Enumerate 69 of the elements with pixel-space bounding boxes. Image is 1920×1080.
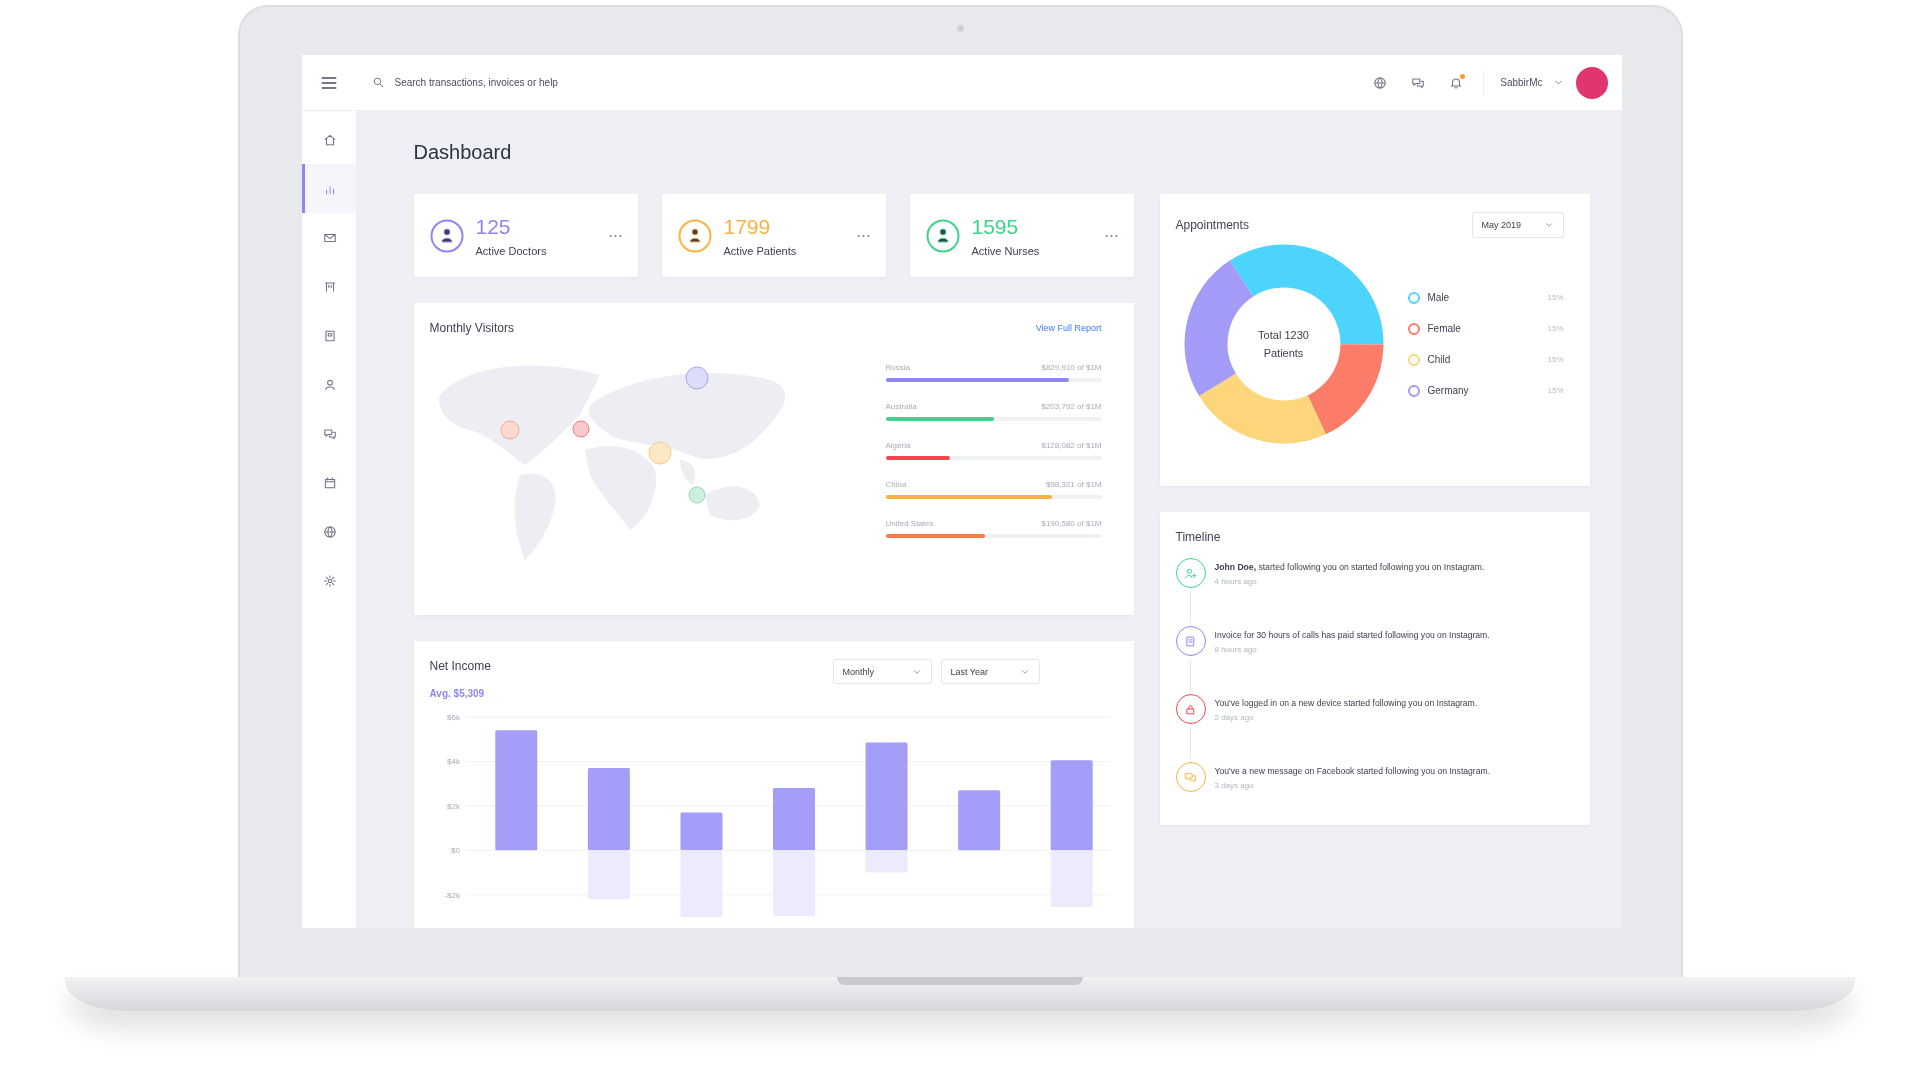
event-time: 4 hours ago <box>1214 577 1258 586</box>
page-title: Dashboard <box>413 141 512 164</box>
month-dropdown[interactable]: May 2019 <box>1471 212 1564 238</box>
chevron-down-icon <box>1543 220 1554 230</box>
more-icon[interactable] <box>1104 233 1118 238</box>
more-icon[interactable] <box>608 233 622 238</box>
average-value: Avg. $5,309 <box>429 688 486 699</box>
stat-value: 1799 <box>723 214 772 239</box>
country-amount: $829,910 of $1M <box>1041 363 1102 372</box>
legend-value: 15% <box>1547 386 1564 395</box>
more-icon[interactable] <box>856 233 870 238</box>
stat-value: 1595 <box>971 214 1020 239</box>
filter-dropdown[interactable]: Monthly <box>832 659 932 684</box>
event-time: 8 hours ago <box>1214 645 1258 654</box>
donut-center-label: Total 1230 Patients <box>1257 328 1310 361</box>
card-title: Net Income <box>429 659 491 673</box>
country-name: United States <box>885 519 934 528</box>
chat-icon <box>323 426 337 441</box>
legend-label: Germany <box>1427 385 1470 396</box>
globe-icon <box>323 524 337 539</box>
settings-icon <box>323 573 337 588</box>
stat-label: Active Patients <box>723 244 798 257</box>
search-field[interactable]: Search transactions, invoices or help <box>371 76 657 89</box>
country-name: Algeria <box>885 441 911 450</box>
search-icon <box>371 76 385 89</box>
sidebar-item[interactable] <box>301 164 356 213</box>
y-axis-label: $6k <box>446 713 460 722</box>
country-amount: $190,580 of $1M <box>1041 519 1102 528</box>
y-axis-label: $4k <box>446 757 460 767</box>
camera-dot <box>957 25 964 32</box>
stat-label: Active Nurses <box>971 244 1041 257</box>
event-text: You've a new message on Facebook started following you on Instagram. <box>1214 766 1491 777</box>
calendar-icon <box>323 475 337 490</box>
legend-value: 15% <box>1547 355 1564 364</box>
user-name[interactable]: SabbirMc <box>1500 77 1543 88</box>
legend-label: Male <box>1427 292 1451 303</box>
chat-icon[interactable] <box>1411 75 1426 90</box>
event-text: Invoice for 30 hours of calls has paid started following you on Instagram. <box>1214 630 1490 641</box>
stat-label: Active Doctors <box>475 244 548 257</box>
card-title: Monthly Visitors <box>429 321 514 335</box>
country-amount: $203,792 of $1M <box>1041 402 1102 411</box>
columns-icon <box>323 279 337 294</box>
legend-label: Child <box>1427 354 1452 365</box>
country-amount: $98,321 of $1M <box>1045 480 1102 489</box>
stat-value: 125 <box>475 214 512 239</box>
event-text: John Doe, started following you on started following you on Instagram. <box>1214 562 1485 573</box>
y-axis-label: -$2k <box>443 890 460 900</box>
user-icon <box>323 377 337 392</box>
avatar[interactable] <box>1575 66 1608 99</box>
event-text: You've logged in on a new device started following you on Instagram. <box>1214 698 1478 709</box>
country-amount: $128,082 of $1M <box>1041 441 1102 450</box>
event-time: 2 days ago <box>1214 713 1255 722</box>
y-axis-label: $0 <box>450 846 460 856</box>
country-name: China <box>885 480 907 489</box>
card-title: Appointments <box>1175 218 1249 232</box>
legend-label: Female <box>1427 323 1462 334</box>
legend-value: 15% <box>1547 293 1564 302</box>
globe-icon[interactable] <box>1373 75 1388 90</box>
y-axis-label: $2k <box>446 801 460 811</box>
card-title: Timeline <box>1175 530 1222 544</box>
book-icon <box>323 328 337 343</box>
filter-dropdown[interactable]: Last Year <box>940 659 1040 684</box>
view-report-link[interactable]: View Full Report <box>1035 323 1102 333</box>
country-name: Australia <box>885 402 917 411</box>
event-time: 3 days ago <box>1214 781 1255 790</box>
bell-icon[interactable] <box>1449 75 1464 90</box>
home-icon <box>323 132 337 147</box>
legend-value: 15% <box>1547 324 1564 333</box>
country-name: Russia <box>885 363 910 372</box>
